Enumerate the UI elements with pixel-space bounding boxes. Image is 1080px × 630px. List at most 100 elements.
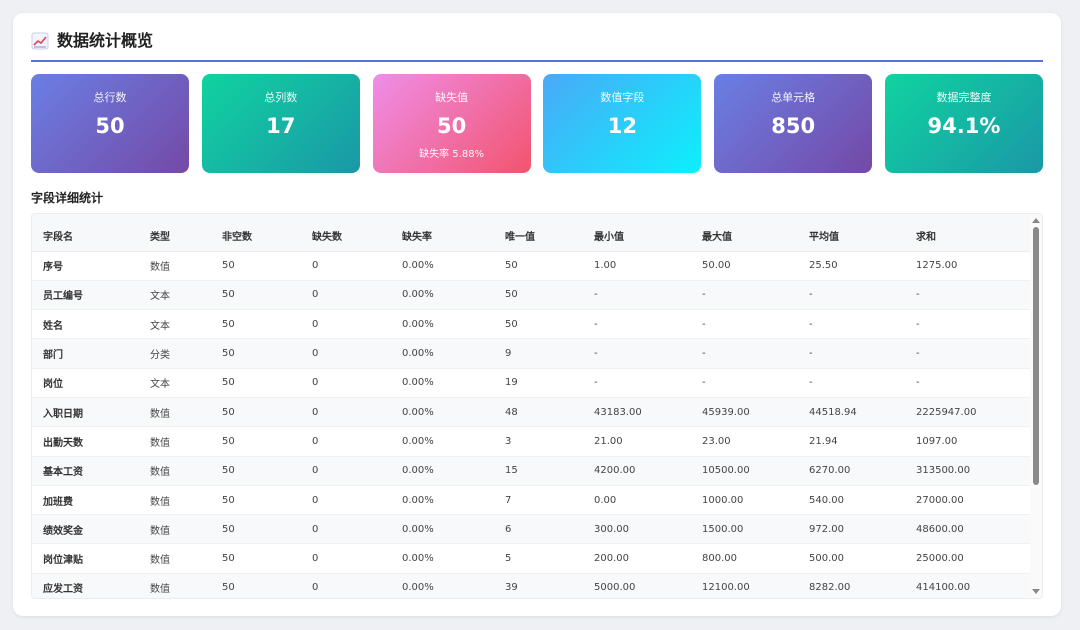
table-cell: 1.00 [583, 251, 691, 281]
table-cell: 50 [211, 251, 301, 281]
table-cell: 7 [494, 485, 583, 516]
column-header[interactable]: 唯一值 [494, 214, 583, 252]
table-cell: - [798, 368, 905, 398]
table-cell: 21.00 [583, 426, 691, 457]
table-row[interactable]: 岗位津贴 数值 50 0 0.00% 5 200.00 800.00 500.00 25000.0… [32, 543, 1032, 574]
table-row[interactable]: 姓名 文本 50 0 0.00% 50- - - - [32, 309, 1032, 340]
table-cell: 4200.00 [583, 456, 691, 486]
page-title: 数据统计概览 [57, 31, 154, 50]
card-total-rows: 总行数 50 [31, 74, 189, 173]
card-numeric-fields: 数值字段 12 [543, 74, 702, 173]
table-cell: 0.00% [391, 514, 494, 545]
summary-cards: 总行数 50 总列数 17 缺失值 50 缺失率 5.88% 数值字段 12 总… [31, 74, 1043, 173]
table-row[interactable]: 序号 数值 50 0 0.00% 50 1.00 50.00 25.50 1275.00 [32, 251, 1032, 281]
table-cell: 25.50 [798, 251, 905, 281]
table-cell: 50 [211, 397, 301, 428]
column-header[interactable]: 字段名 [32, 214, 139, 252]
section-title: 字段详细统计 [31, 191, 104, 205]
column-header[interactable]: 最小值 [583, 214, 691, 252]
table-row[interactable]: 员工编号 文本 50 0 0.00% 50- - - - [32, 280, 1032, 311]
field-name-cell: 应发工资 [32, 573, 139, 598]
table-cell: 972.00 [798, 514, 905, 545]
table-cell: 27000.00 [905, 485, 1032, 516]
table-cell: 1000.00 [691, 485, 798, 516]
table-cell: - [691, 280, 798, 311]
table-cell: - [583, 338, 691, 369]
table-cell: 500.00 [798, 543, 905, 574]
panel-header: 数据统计概览 [31, 31, 1043, 62]
table-cell: - [905, 309, 1032, 340]
table-cell: 0.00% [391, 338, 494, 369]
table-cell: 21.94 [798, 426, 905, 457]
column-header[interactable]: 求和 [905, 214, 1032, 252]
scrollbar-thumb[interactable] [1033, 227, 1039, 485]
card-label: 总列数 [264, 91, 298, 104]
stats-panel: 数据统计概览 总行数 50 总列数 17 缺失值 50 缺失率 5.88% 数值… [13, 13, 1061, 616]
field-name-cell: 员工编号 [32, 280, 139, 311]
table-cell: 0.00% [391, 485, 494, 516]
card-label: 数据完整度 [936, 91, 992, 104]
table-cell: 0 [301, 426, 391, 457]
table-cell: 0 [301, 368, 391, 398]
table-cell: 0 [301, 251, 391, 281]
card-label: 数值字段 [600, 91, 645, 104]
vertical-scrollbar[interactable] [1030, 214, 1042, 598]
table-cell: 50 [211, 338, 301, 369]
table-row[interactable]: 入职日期 数值 50 0 0.00% 48 43183.00 45939.00 44518.94… [32, 397, 1032, 428]
table-cell: 0 [301, 280, 391, 311]
table-row[interactable]: 出勤天数 数值 50 0 0.00% 3 21.00 23.00 21.94 1097.00 [32, 426, 1032, 457]
table-cell: - [691, 309, 798, 340]
table-row[interactable]: 岗位 文本 50 0 0.00% 19- - - - [32, 368, 1032, 398]
scroll-up-arrow-icon[interactable] [1032, 218, 1040, 223]
table-row[interactable]: 绩效奖金 数值 50 0 0.00% 6 300.00 1500.00 972.00 48600.… [32, 514, 1032, 545]
field-name-cell: 序号 [32, 251, 139, 281]
table-row[interactable]: 部门 分类 50 0 0.00% 9- - - - [32, 338, 1032, 369]
table-cell: 50 [211, 573, 301, 598]
card-missing-values: 缺失值 50 缺失率 5.88% [372, 74, 531, 173]
table-cell: 5 [494, 543, 583, 574]
column-header[interactable]: 缺失率 [391, 214, 494, 252]
table-cell: 19 [494, 368, 583, 398]
table-cell: 0.00% [391, 573, 494, 598]
card-value: 94.1% [927, 114, 1001, 138]
column-header[interactable]: 非空数 [211, 214, 301, 252]
table-cell: 分类 [139, 338, 211, 369]
table-cell: 0.00% [391, 368, 494, 398]
table-cell: 50 [494, 309, 583, 340]
table-cell: - [798, 338, 905, 369]
table-cell: 45939.00 [691, 397, 798, 428]
table-cell: - [583, 309, 691, 340]
table-cell: 0 [301, 338, 391, 369]
table-cell: 50 [211, 368, 301, 398]
table-cell: 0.00% [391, 280, 494, 311]
table-cell: 50 [211, 543, 301, 574]
table-cell: 43183.00 [583, 397, 691, 428]
card-label: 总单元格 [771, 91, 816, 104]
table-cell: - [798, 309, 905, 340]
table-cell: 44518.94 [798, 397, 905, 428]
scroll-down-arrow-icon[interactable] [1032, 589, 1040, 594]
table-cell: 0 [301, 309, 391, 340]
table-cell: - [905, 338, 1032, 369]
card-total-cells: 总单元格 850 [714, 74, 873, 173]
chart-increasing-icon [31, 32, 49, 50]
table-row[interactable]: 基本工资 数值 50 0 0.00% 15 4200.00 10500.00 6270.00 31… [32, 456, 1032, 486]
column-header[interactable]: 类型 [139, 214, 211, 252]
table-row[interactable]: 应发工资 数值 50 0 0.00% 39 5000.00 12100.00 8282.00 41… [32, 573, 1032, 598]
field-name-cell: 姓名 [32, 309, 139, 340]
card-total-columns: 总列数 17 [201, 74, 360, 173]
table-cell: 313500.00 [905, 456, 1032, 486]
column-header[interactable]: 平均值 [798, 214, 905, 252]
table-cell: 数值 [139, 485, 211, 516]
table-cell: 1275.00 [905, 251, 1032, 281]
column-header[interactable]: 最大值 [691, 214, 798, 252]
column-header[interactable]: 缺失数 [301, 214, 391, 252]
field-stats-table-container[interactable]: 字段名 类型 非空数 缺失数 缺失率 唯一值 最小值 最大值 平均值 求和 序号… [31, 213, 1043, 599]
table-row[interactable]: 加班费 数值 50 0 0.00% 7 0.00 1000.00 540.00 27000.00 [32, 485, 1032, 516]
table-cell: 数值 [139, 514, 211, 545]
table-cell: 0.00% [391, 456, 494, 486]
table-cell: - [905, 280, 1032, 311]
card-value: 850 [771, 114, 816, 138]
table-cell: 2225947.00 [905, 397, 1032, 428]
table-cell: 0.00% [391, 426, 494, 457]
